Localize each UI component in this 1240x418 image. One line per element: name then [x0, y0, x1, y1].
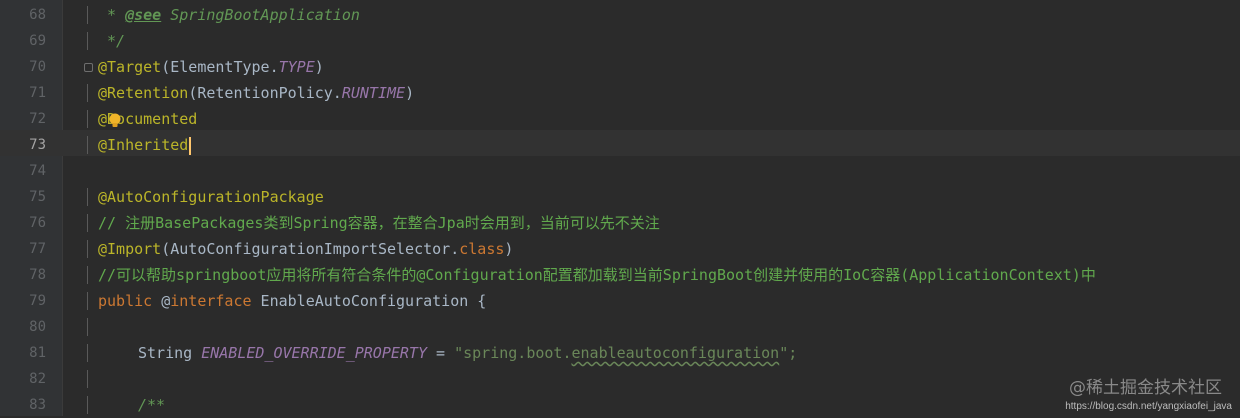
- code-token: @AutoConfigurationPackage: [98, 188, 324, 206]
- code-line[interactable]: 80: [0, 314, 1240, 340]
- code-token: (AutoConfigurationImportSelector.: [161, 240, 460, 258]
- code-token: (RetentionPolicy.: [188, 84, 342, 102]
- code-token: ): [504, 240, 514, 258]
- code-line[interactable]: 73 @Inherited: [0, 132, 1240, 158]
- fold-guide: [84, 210, 92, 236]
- line-number: 83: [29, 397, 46, 413]
- code-text: * @see SpringBootApplication: [98, 2, 360, 28]
- line-number: 80: [29, 319, 46, 335]
- code-line[interactable]: 75 @AutoConfigurationPackage: [0, 184, 1240, 210]
- code-line[interactable]: 83 /**: [0, 392, 1240, 418]
- line-number: 81: [29, 345, 46, 361]
- line-number: 72: [29, 111, 46, 127]
- code-text: public @interface EnableAutoConfiguratio…: [98, 288, 486, 314]
- line-number: 73: [29, 137, 46, 153]
- line-number: 82: [29, 371, 46, 387]
- fold-guide: [84, 262, 92, 288]
- fold-toggle-icon[interactable]: [84, 63, 93, 72]
- code-line[interactable]: 82: [0, 366, 1240, 392]
- code-text: @Target(ElementType.TYPE): [98, 54, 324, 80]
- line-number: 75: [29, 189, 46, 205]
- code-token: class: [459, 240, 505, 258]
- code-token: "spring.boot.: [454, 344, 572, 362]
- fold-guide: [84, 132, 92, 158]
- line-number: 77: [29, 241, 46, 257]
- fold-guide: [84, 392, 92, 418]
- code-token: @Retention: [98, 84, 189, 102]
- code-line[interactable]: 77 @Import(AutoConfigurationImportSelecto…: [0, 236, 1240, 262]
- code-token: // 注册BasePackages类到Spring容器，在整合Jpa时会用到，当…: [98, 214, 660, 232]
- code-token: (ElementType.: [161, 58, 279, 76]
- code-token: ): [314, 58, 324, 76]
- code-text: @AutoConfigurationPackage: [98, 184, 324, 210]
- code-line[interactable]: 68 * @see SpringBootApplication: [0, 2, 1240, 28]
- fold-guide: [84, 288, 92, 314]
- fold-guide: [84, 106, 92, 132]
- code-token: interface: [170, 292, 252, 310]
- code-text: //可以帮助springboot应用将所有符合条件的@Configuration…: [98, 262, 1096, 288]
- code-token: RUNTIME: [341, 84, 406, 102]
- line-number: 69: [29, 33, 46, 49]
- fold-guide: [84, 366, 92, 392]
- line-number: 76: [29, 215, 46, 231]
- code-token: public: [98, 292, 162, 310]
- watermark-url: https://blog.csdn.net/yangxiaofei_java: [1065, 401, 1232, 412]
- code-token: ): [405, 84, 415, 102]
- code-line[interactable]: 72 @Documented: [0, 106, 1240, 132]
- code-token: //可以帮助springboot应用将所有符合条件的@Configuration…: [98, 266, 1096, 284]
- code-token: SpringBootApplication: [161, 6, 360, 24]
- code-text: */: [98, 28, 125, 54]
- code-token: @Target: [98, 58, 162, 76]
- code-token: String: [138, 344, 202, 362]
- code-line[interactable]: 71 @Retention(RetentionPolicy.RUNTIME): [0, 80, 1240, 106]
- code-line[interactable]: 79 public @interface EnableAutoConfigurat…: [0, 288, 1240, 314]
- code-line[interactable]: 78 //可以帮助springboot应用将所有符合条件的@Configurati…: [0, 262, 1240, 288]
- line-number: 71: [29, 85, 46, 101]
- line-number: 79: [29, 293, 46, 309]
- text-caret: [189, 136, 192, 155]
- fold-guide: [84, 2, 92, 28]
- code-token: EnableAutoConfiguration {: [251, 292, 487, 310]
- fold-guide: [84, 184, 92, 210]
- line-number: 74: [29, 163, 46, 179]
- code-token: =: [427, 344, 455, 362]
- code-line[interactable]: 70 @Target(ElementType.TYPE): [0, 54, 1240, 80]
- intention-bulb-icon[interactable]: [108, 113, 122, 129]
- fold-guide: [84, 340, 92, 366]
- code-text: @Import(AutoConfigurationImportSelector.…: [98, 236, 513, 262]
- code-token: *: [98, 6, 126, 24]
- fold-guide: [84, 28, 92, 54]
- code-token: @Import: [98, 240, 162, 258]
- code-token: enableautoconfiguration: [571, 344, 780, 362]
- code-token: TYPE: [278, 58, 315, 76]
- code-line[interactable]: 81 String ENABLED_OVERRIDE_PROPERTY = "sp…: [0, 340, 1240, 366]
- code-line[interactable]: 74: [0, 158, 1240, 184]
- code-text: @Inherited: [98, 132, 192, 158]
- code-token: ";: [779, 344, 798, 362]
- fold-guide: [84, 80, 92, 106]
- code-token: ENABLED_OVERRIDE_PROPERTY: [201, 344, 427, 362]
- code-text: @Retention(RetentionPolicy.RUNTIME): [98, 80, 414, 106]
- fold-guide: [84, 236, 92, 262]
- code-line[interactable]: 76 // 注册BasePackages类到Spring容器，在整合Jpa时会用到…: [0, 210, 1240, 236]
- line-number: 68: [29, 7, 46, 23]
- code-line[interactable]: 69 */: [0, 28, 1240, 54]
- fold-guide: [84, 314, 92, 340]
- code-token: @: [161, 292, 171, 310]
- code-text: String ENABLED_OVERRIDE_PROPERTY = "spri…: [138, 340, 797, 366]
- code-editor[interactable]: 68 * @see SpringBootApplication 69 */70 @T…: [0, 0, 1240, 416]
- code-text: /**: [138, 392, 165, 418]
- code-text: // 注册BasePackages类到Spring容器，在整合Jpa时会用到，当…: [98, 210, 660, 236]
- watermark-text: @稀土掘金技术社区: [1069, 378, 1222, 398]
- line-number: 78: [29, 267, 46, 283]
- code-token: @see: [125, 6, 162, 24]
- code-token: /**: [138, 396, 166, 414]
- line-number: 70: [29, 59, 46, 75]
- code-token: @Inherited: [98, 136, 189, 154]
- code-token: */: [98, 32, 126, 50]
